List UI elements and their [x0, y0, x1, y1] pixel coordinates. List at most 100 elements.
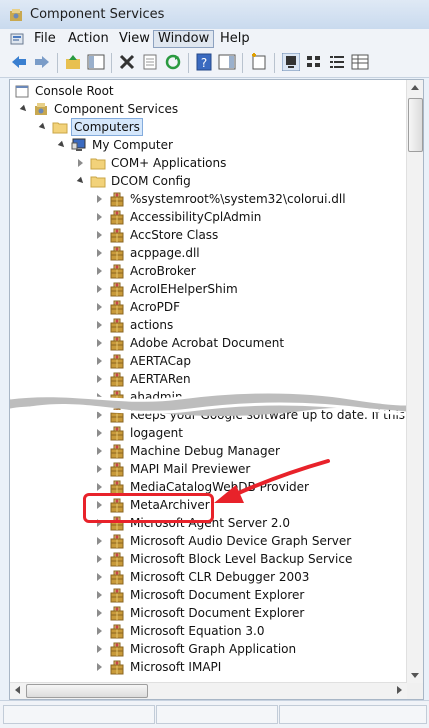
tree-node-label[interactable]: Computers [71, 118, 143, 136]
tree-node-label[interactable]: Console Root [33, 82, 116, 100]
collapsed-arrow-icon[interactable] [97, 339, 102, 347]
back-arrow-icon[interactable] [10, 53, 28, 71]
tree-node-label[interactable]: Adobe Acrobat Document [128, 334, 286, 352]
tree-node[interactable]: Microsoft Document Explorer [10, 604, 410, 622]
new-window-icon[interactable] [250, 53, 268, 71]
delete-icon[interactable] [118, 53, 136, 71]
scroll-up-icon[interactable] [411, 85, 419, 90]
show-hide-action-pane-icon[interactable] [218, 53, 236, 71]
collapsed-arrow-icon[interactable] [97, 645, 102, 653]
menu-action[interactable]: Action [64, 31, 113, 47]
expanded-arrow-icon[interactable] [57, 140, 67, 150]
collapsed-arrow-icon[interactable] [97, 357, 102, 365]
tree-node[interactable]: acppage.dll [10, 244, 410, 262]
up-one-level-icon[interactable] [64, 53, 82, 71]
tree-node[interactable]: AERTARen [10, 370, 410, 388]
tree-node[interactable]: AcroBroker [10, 262, 410, 280]
tree-node[interactable]: logagent [10, 424, 410, 442]
tree-node-label[interactable]: acppage.dll [128, 244, 202, 262]
collapsed-arrow-icon[interactable] [78, 159, 83, 167]
tree-node-label[interactable]: AccStore Class [128, 226, 220, 244]
tree-node[interactable]: Console Root [10, 82, 410, 100]
tree-node[interactable]: AcroPDF [10, 298, 410, 316]
tree-node-label[interactable]: COM+ Applications [109, 154, 228, 172]
horizontal-scrollbar[interactable] [10, 682, 407, 699]
tree-node[interactable]: %systemroot%\system32\colorui.dll [10, 190, 410, 208]
collapsed-arrow-icon[interactable] [97, 231, 102, 239]
tree-node[interactable]: Adobe Acrobat Document [10, 334, 410, 352]
collapsed-arrow-icon[interactable] [97, 213, 102, 221]
collapsed-arrow-icon[interactable] [97, 465, 102, 473]
tree-node[interactable]: AccStore Class [10, 226, 410, 244]
tree-node[interactable]: AERTACap [10, 352, 410, 370]
tree-node-label[interactable]: My Computer [90, 136, 175, 154]
collapsed-arrow-icon[interactable] [97, 267, 102, 275]
collapsed-arrow-icon[interactable] [97, 249, 102, 257]
scroll-down-icon[interactable] [411, 673, 419, 678]
tree-node-label[interactable]: Microsoft Audio Device Graph Server [128, 532, 353, 550]
tree-node[interactable]: AccessibilityCplAdmin [10, 208, 410, 226]
expanded-arrow-icon[interactable] [38, 122, 48, 132]
tree-node-label[interactable]: Microsoft Graph Application [128, 640, 298, 658]
tree-node-label[interactable]: Microsoft Block Level Backup Service [128, 550, 354, 568]
collapsed-arrow-icon[interactable] [97, 321, 102, 329]
collapsed-arrow-icon[interactable] [97, 555, 102, 563]
tree-node-label[interactable]: Microsoft IMAPI [128, 658, 223, 676]
tree-node-label[interactable]: AcroPDF [128, 298, 182, 316]
collapsed-arrow-icon[interactable] [97, 195, 102, 203]
properties-icon[interactable] [141, 53, 159, 71]
tree-node[interactable]: Microsoft Document Explorer [10, 586, 410, 604]
small-icons-view-icon[interactable] [305, 53, 323, 71]
tree-node[interactable]: Microsoft CLR Debugger 2003 [10, 568, 410, 586]
tree-node[interactable]: AcroIEHelperShim [10, 280, 410, 298]
tree-node-label[interactable]: logagent [128, 424, 185, 442]
scroll-left-icon[interactable] [15, 686, 20, 694]
detail-view-icon[interactable] [351, 53, 369, 71]
tree-node-label[interactable]: Microsoft CLR Debugger 2003 [128, 568, 311, 586]
tree-node-label[interactable]: DCOM Config [109, 172, 193, 190]
collapsed-arrow-icon[interactable] [97, 663, 102, 671]
collapsed-arrow-icon[interactable] [97, 591, 102, 599]
large-icons-view-icon[interactable] [282, 53, 300, 71]
tree-node-label[interactable]: Microsoft Document Explorer [128, 604, 306, 622]
tree-node[interactable]: DCOM Config [10, 172, 410, 190]
tree-node[interactable]: Microsoft Equation 3.0 [10, 622, 410, 640]
tree-node-label[interactable]: AcroBroker [128, 262, 198, 280]
collapsed-arrow-icon[interactable] [97, 537, 102, 545]
collapsed-arrow-icon[interactable] [97, 573, 102, 581]
collapsed-arrow-icon[interactable] [97, 429, 102, 437]
collapsed-arrow-icon[interactable] [97, 303, 102, 311]
tree-node[interactable]: Microsoft IMAPI [10, 658, 410, 676]
collapsed-arrow-icon[interactable] [97, 483, 102, 491]
menu-help[interactable]: Help [216, 31, 254, 47]
tree-node-label[interactable]: Microsoft Document Explorer [128, 586, 306, 604]
tree-node-label[interactable]: AERTACap [128, 352, 193, 370]
menu-window[interactable]: Window [153, 30, 215, 48]
vertical-scrollbar[interactable] [406, 80, 423, 683]
tree-node-label[interactable]: AccessibilityCplAdmin [128, 208, 263, 226]
help-icon[interactable]: ? [195, 53, 213, 71]
tree-node[interactable]: Microsoft Block Level Backup Service [10, 550, 410, 568]
collapsed-arrow-icon[interactable] [97, 627, 102, 635]
tree-node[interactable]: actions [10, 316, 410, 334]
horizontal-scroll-thumb[interactable] [26, 684, 148, 698]
menu-view[interactable]: View [115, 31, 154, 47]
console-tree[interactable]: Console Root Component Services Computers M… [9, 79, 424, 700]
expanded-arrow-icon[interactable] [76, 176, 86, 186]
tree-node-label[interactable]: actions [128, 316, 175, 334]
tree-node[interactable]: Microsoft Audio Device Graph Server [10, 532, 410, 550]
expanded-arrow-icon[interactable] [19, 104, 29, 114]
tree-node[interactable]: Computers [10, 118, 410, 136]
tree-node-label[interactable]: Component Services [52, 100, 180, 118]
tree-node[interactable]: COM+ Applications [10, 154, 410, 172]
vertical-scroll-thumb[interactable] [408, 98, 423, 152]
tree-node-label[interactable]: %systemroot%\system32\colorui.dll [128, 190, 348, 208]
tree-node-label[interactable]: AERTARen [128, 370, 193, 388]
collapsed-arrow-icon[interactable] [97, 609, 102, 617]
tree-node[interactable]: My Computer [10, 136, 410, 154]
tree-node[interactable]: Component Services [10, 100, 410, 118]
list-view-icon[interactable] [328, 53, 346, 71]
console-system-menu-icon[interactable] [10, 32, 24, 46]
collapsed-arrow-icon[interactable] [97, 447, 102, 455]
refresh-icon[interactable] [164, 53, 182, 71]
